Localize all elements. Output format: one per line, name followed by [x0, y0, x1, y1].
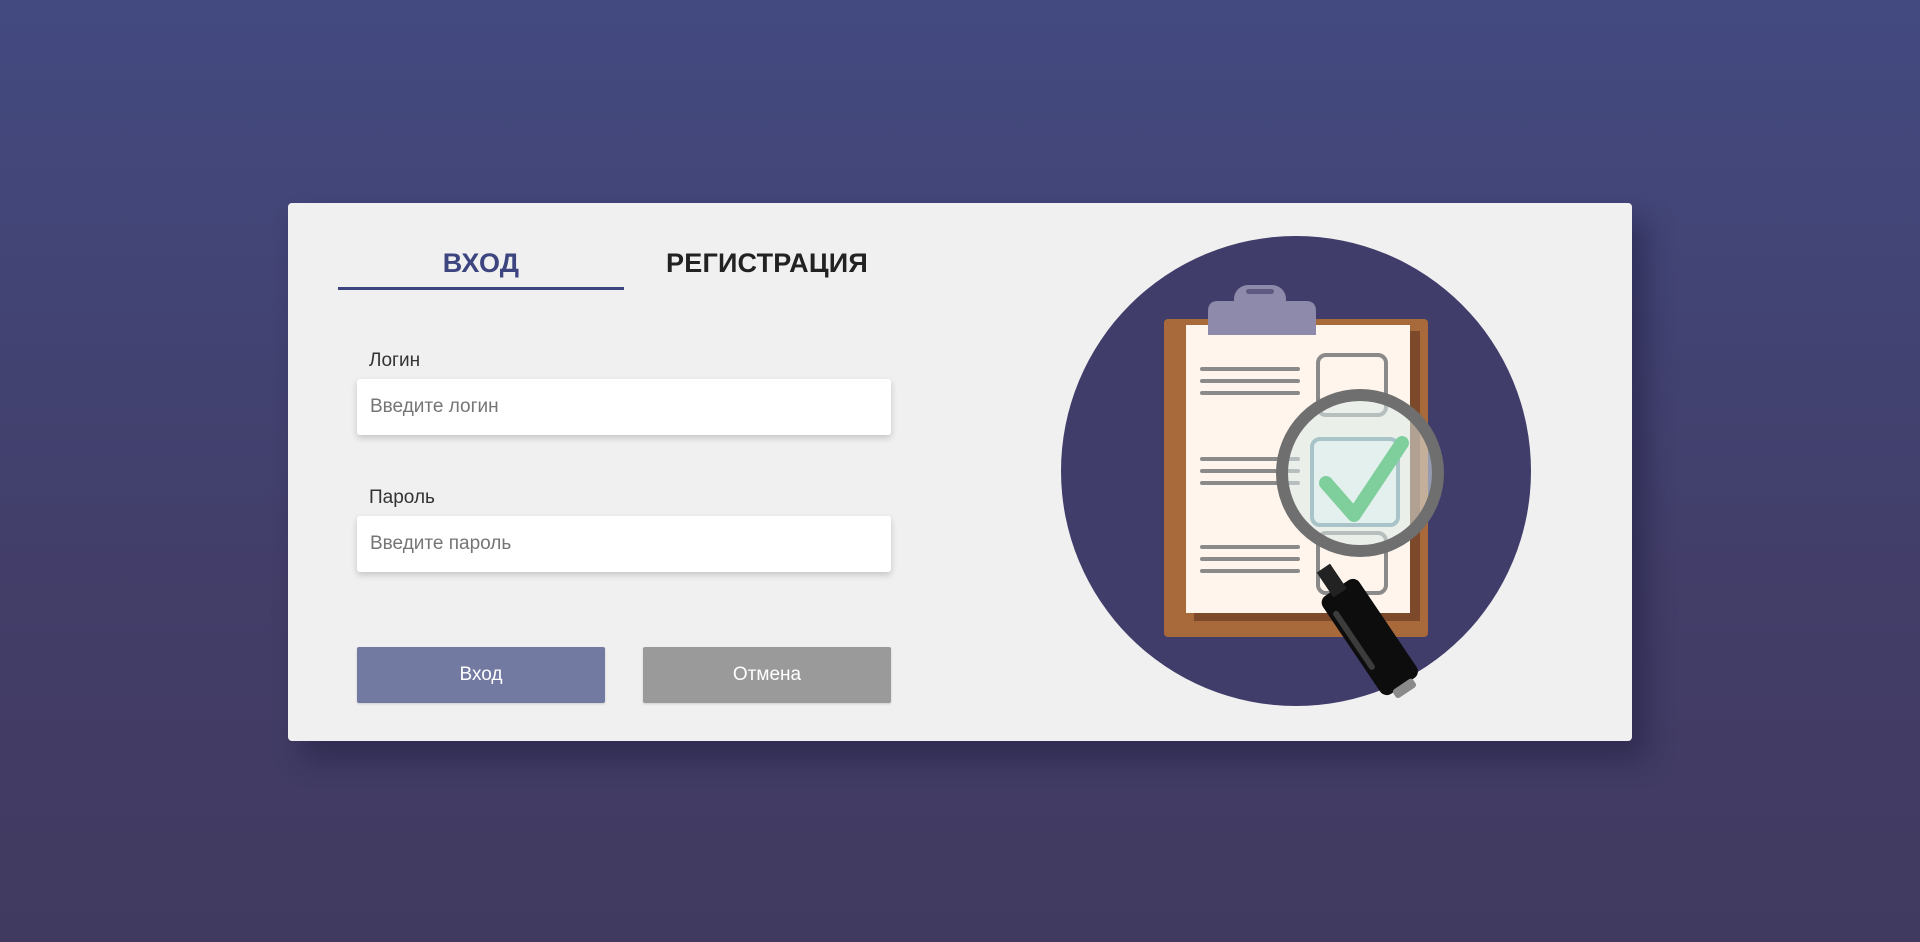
- tab-login[interactable]: ВХОД: [338, 243, 624, 290]
- login-label: Логин: [369, 350, 421, 371]
- login-input[interactable]: [357, 379, 891, 435]
- password-label: Пароль: [369, 487, 435, 508]
- password-input[interactable]: [357, 516, 891, 572]
- tab-register[interactable]: РЕГИСТРАЦИЯ: [624, 243, 910, 287]
- clipboard-magnifier-icon: [1061, 236, 1531, 706]
- cancel-button[interactable]: Отмена: [643, 647, 891, 703]
- auth-card: ВХОД РЕГИСТРАЦИЯ Логин Пароль Вход Отмен…: [288, 203, 1632, 741]
- auth-tabs: ВХОД РЕГИСТРАЦИЯ: [338, 243, 914, 290]
- clipboard-clip: [1208, 301, 1316, 335]
- login-button[interactable]: Вход: [357, 647, 605, 703]
